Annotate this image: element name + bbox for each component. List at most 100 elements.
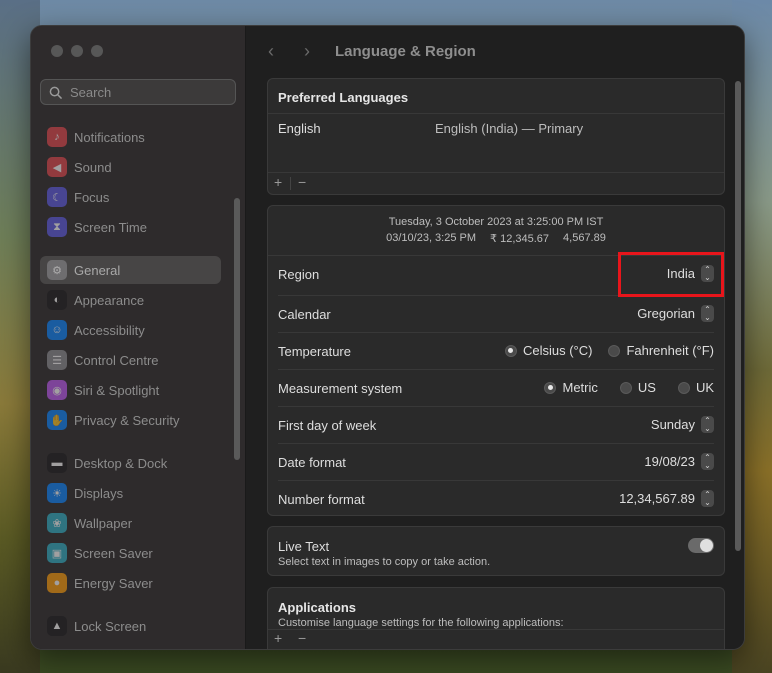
sidebar-item-label: General	[74, 262, 121, 278]
uk-label: UK	[695, 380, 714, 395]
search-field[interactable]	[40, 79, 236, 105]
flower-icon: ❀	[47, 513, 67, 533]
sidebar-item-label: Siri & Spotlight	[74, 382, 160, 398]
lock-icon: ▲	[47, 616, 67, 636]
radio-selected-icon	[504, 344, 517, 357]
sidebar-item-general[interactable]: ⚙ General	[40, 256, 221, 284]
zoom-button[interactable]	[91, 45, 103, 57]
us-radio[interactable]: US	[619, 380, 656, 395]
preferred-languages-title: Preferred Languages	[278, 90, 409, 105]
screen-saver-icon: ▣	[47, 543, 67, 563]
preferred-languages-card: Preferred Languages English English (Ind…	[267, 78, 725, 195]
fahrenheit-radio[interactable]: Fahrenheit (°F)	[608, 343, 714, 358]
sidebar-item-accessibility[interactable]: ☺ Accessibility	[40, 316, 221, 344]
divider	[268, 172, 724, 173]
remove-language-button[interactable]: −	[298, 174, 306, 190]
remove-application-button[interactable]: −	[298, 630, 306, 646]
live-text-toggle[interactable]	[688, 538, 714, 553]
sidebar-item-notifications[interactable]: ♪ Notifications	[40, 123, 221, 151]
back-arrow-icon[interactable]: ‹	[268, 41, 274, 62]
sidebar-item-label: Privacy & Security	[74, 412, 180, 428]
first-day-popup[interactable]: Sunday ⌃ ⌄	[651, 416, 714, 433]
number-format-label: Number format	[278, 492, 365, 507]
hourglass-icon: ⧗	[47, 217, 67, 237]
applications-description: Customise language settings for the foll…	[278, 617, 564, 629]
sidebar-item-privacy-security[interactable]: ✋ Privacy & Security	[40, 406, 221, 434]
live-text-card: Live Text Select text in images to copy …	[267, 526, 725, 576]
preview-date: 03/10/23, 3:25 PM	[386, 232, 477, 244]
sidebar-item-focus[interactable]: ☾ Focus	[40, 183, 221, 211]
gear-icon: ⚙	[47, 260, 67, 280]
speaker-icon: ◀	[47, 157, 67, 177]
forward-arrow-icon[interactable]: ›	[304, 41, 310, 62]
metric-label: Metric	[562, 380, 598, 395]
close-button[interactable]	[51, 45, 63, 57]
content-scrollbar[interactable]	[735, 81, 741, 551]
preview-number: 4,567.89	[563, 232, 606, 244]
chevron-up-down-icon: ⌃ ⌄	[701, 490, 714, 507]
metric-radio[interactable]: Metric	[544, 380, 598, 395]
sidebar-item-siri-spotlight[interactable]: ◉ Siri & Spotlight	[40, 376, 221, 404]
radio-unselected-icon	[677, 381, 690, 394]
sidebar-item-label: Focus	[74, 189, 110, 205]
sidebar: ♪ Notifications ◀ Sound ☾ Focus ⧗ Screen…	[31, 26, 246, 649]
temperature-label: Temperature	[278, 344, 351, 359]
sidebar-item-wallpaper[interactable]: ❀ Wallpaper	[40, 509, 221, 537]
date-format-popup[interactable]: 19/08/23 ⌃ ⌄	[644, 453, 714, 470]
language-detail: English (India) — Primary	[435, 121, 584, 136]
accessibility-icon: ☺	[47, 320, 67, 340]
sidebar-item-lock-screen[interactable]: ▲ Lock Screen	[40, 612, 221, 640]
sidebar-item-screen-time[interactable]: ⧗ Screen Time	[40, 213, 221, 241]
date-format-value: 19/08/23	[644, 454, 695, 469]
sidebar-item-screen-saver[interactable]: ▣ Screen Saver	[40, 539, 221, 567]
divider	[268, 113, 724, 114]
first-day-label: First day of week	[278, 418, 377, 433]
divider	[268, 629, 724, 630]
sidebar-item-displays[interactable]: ☀ Displays	[40, 479, 221, 507]
calendar-value: Gregorian	[637, 306, 695, 321]
celsius-radio[interactable]: Celsius (°C)	[504, 343, 593, 358]
sidebar-item-label: Notifications	[74, 129, 145, 145]
first-day-value: Sunday	[650, 417, 695, 432]
add-language-button[interactable]: +	[274, 174, 282, 190]
sidebar-item-label: Desktop & Dock	[74, 455, 168, 471]
live-text-description: Select text in images to copy or take ac…	[278, 556, 491, 568]
sidebar-item-label: Displays	[74, 485, 124, 501]
main-content: ‹ › Language & Region Preferred Language…	[246, 26, 744, 649]
radio-unselected-icon	[608, 344, 621, 357]
sidebar-item-label: Accessibility	[74, 322, 145, 338]
appearance-icon: ◐	[47, 290, 67, 310]
sun-icon: ☀	[47, 483, 67, 503]
fahrenheit-label: Fahrenheit (°F)	[626, 343, 714, 358]
preview-currency: ₹ 12,345.67	[490, 233, 550, 245]
divider	[290, 177, 291, 190]
hand-icon: ✋	[47, 410, 67, 430]
sidebar-item-energy-saver[interactable]: ● Energy Saver	[40, 569, 221, 597]
region-highlight-box	[618, 252, 724, 297]
sidebar-item-appearance[interactable]: ◐ Appearance	[40, 286, 221, 314]
uk-radio[interactable]: UK	[677, 380, 714, 395]
add-application-button[interactable]: +	[274, 630, 282, 646]
number-format-popup[interactable]: 12,34,567.89 ⌃ ⌄	[619, 490, 714, 507]
bulb-icon: ●	[47, 573, 67, 593]
sidebar-item-sound[interactable]: ◀ Sound	[40, 153, 221, 181]
search-input[interactable]	[68, 83, 222, 101]
traffic-lights	[51, 45, 103, 57]
sidebar-item-control-centre[interactable]: ☰ Control Centre	[40, 346, 221, 374]
calendar-popup[interactable]: Gregorian ⌃ ⌄	[637, 305, 714, 322]
sidebar-item-desktop-dock[interactable]: ▬ Desktop & Dock	[40, 449, 221, 477]
live-text-title: Live Text	[278, 539, 330, 554]
language-name: English	[278, 121, 321, 136]
minimize-button[interactable]	[71, 45, 83, 57]
us-label: US	[637, 380, 656, 395]
celsius-label: Celsius (°C)	[522, 343, 593, 358]
region-label: Region	[278, 267, 320, 282]
page-title: Language & Region	[335, 43, 476, 60]
radio-selected-icon	[544, 381, 557, 394]
system-settings-window: ♪ Notifications ◀ Sound ☾ Focus ⧗ Screen…	[30, 25, 745, 650]
toolbar: ‹ › Language & Region	[246, 26, 744, 78]
control-centre-icon: ☰	[47, 350, 67, 370]
sidebar-scrollbar[interactable]	[234, 198, 240, 460]
sidebar-item-label: Lock Screen	[74, 618, 147, 634]
moon-icon: ☾	[47, 187, 67, 207]
